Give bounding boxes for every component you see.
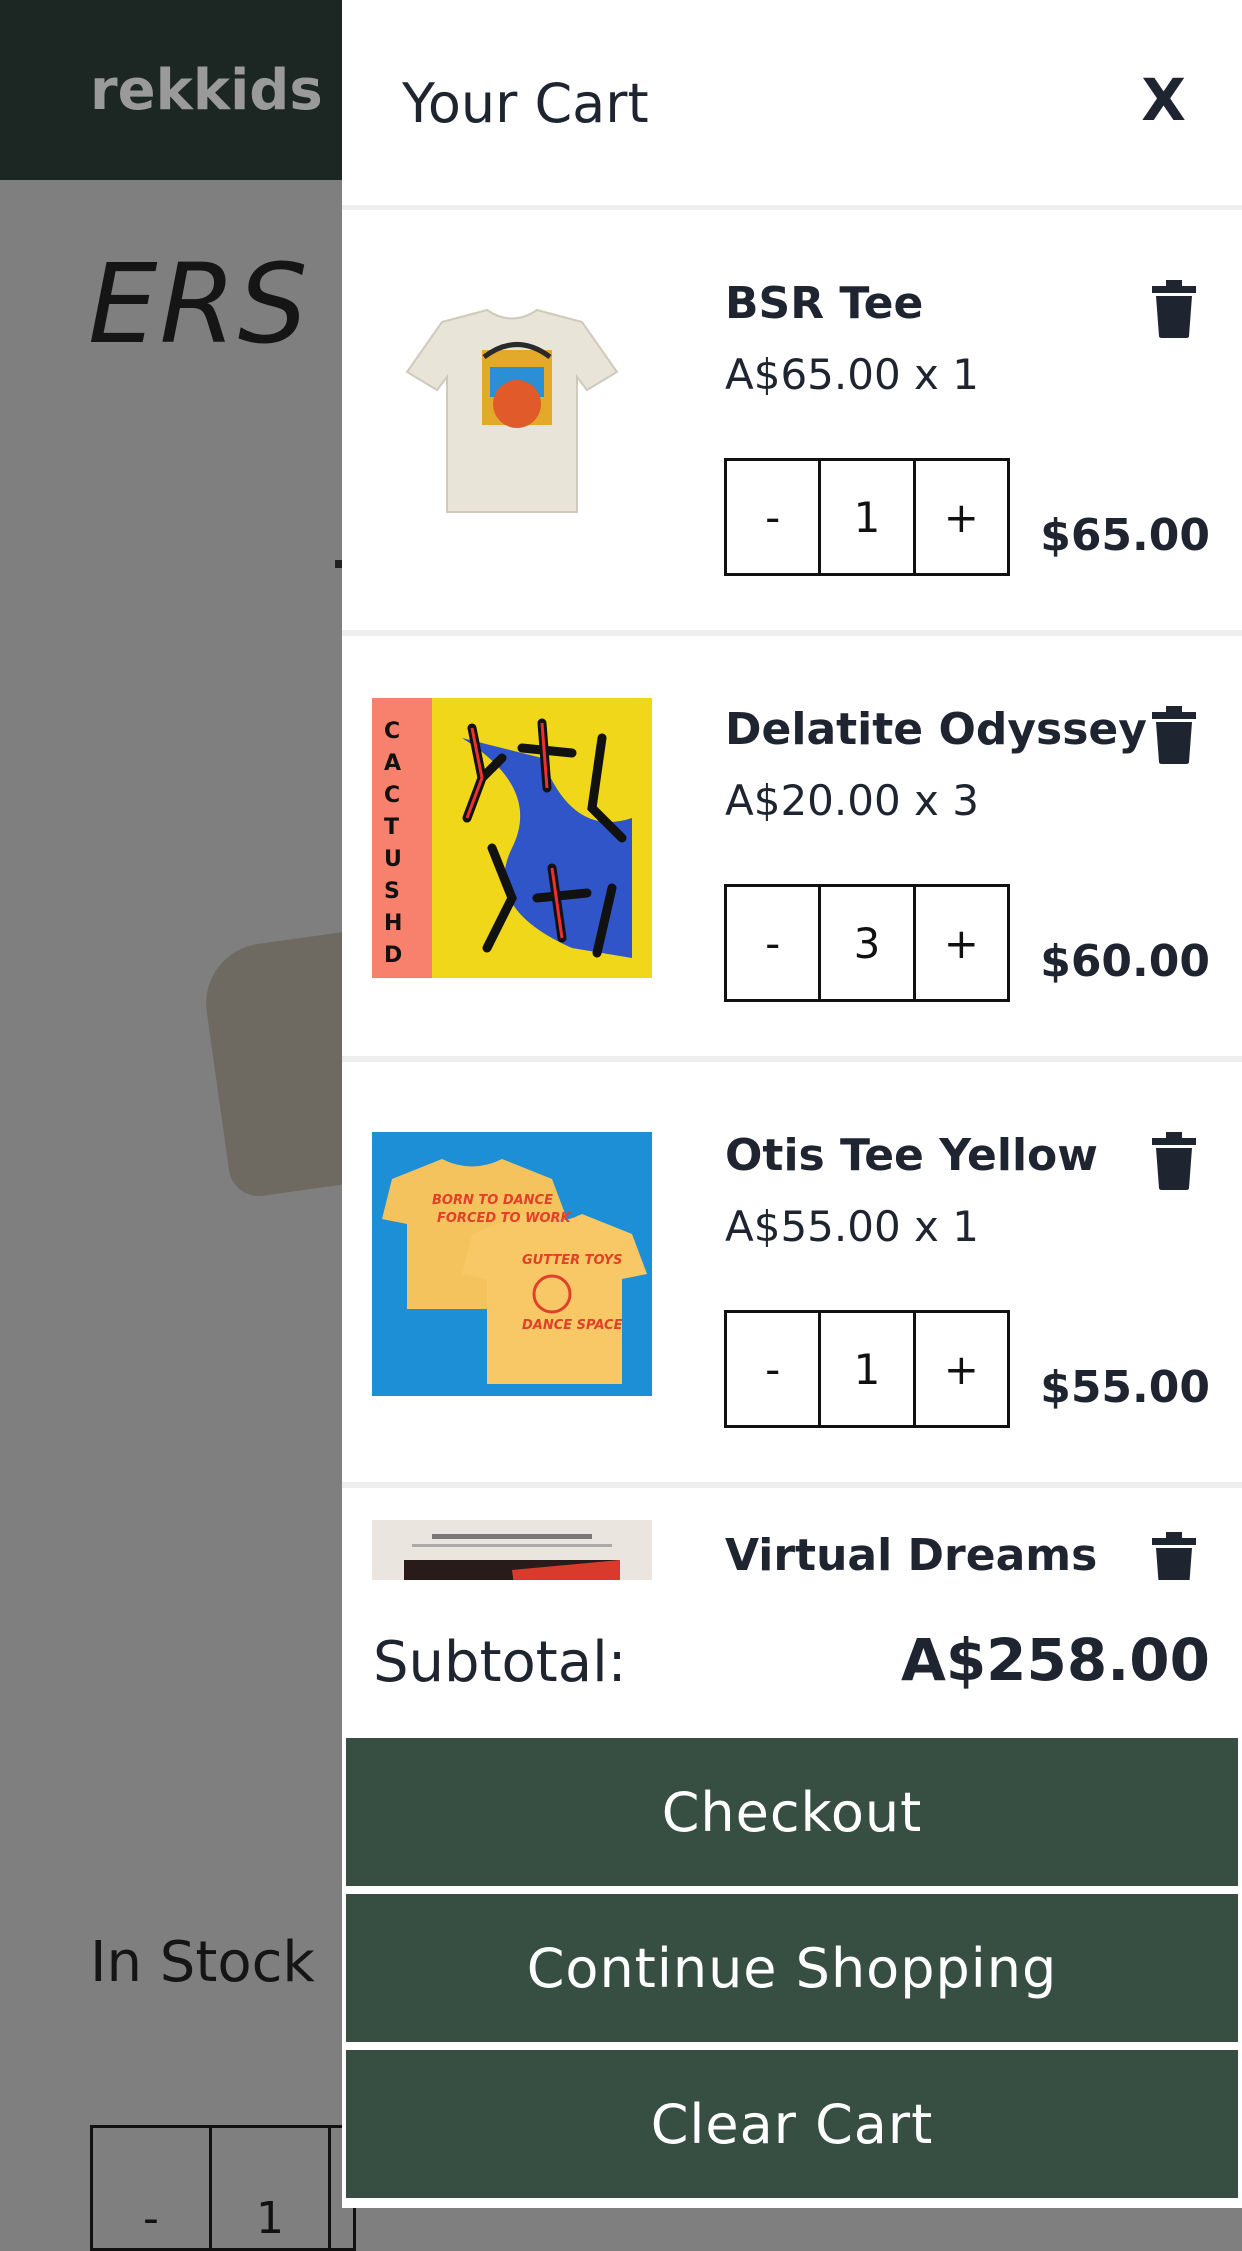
quantity-stepper: - 3 + [724, 884, 1010, 1002]
svg-text:T: T [384, 815, 399, 840]
svg-text:H: H [384, 911, 402, 936]
trash-icon[interactable] [1152, 1532, 1196, 1580]
cart-item-total: $65.00 [1040, 510, 1210, 561]
clear-cart-button[interactable]: Clear Cart [346, 2050, 1238, 2198]
checkout-button[interactable]: Checkout [346, 1738, 1238, 1886]
cart-item-unit-price: A$65.00 x 1 [725, 350, 979, 399]
cart-items-list[interactable]: BSR Tee A$65.00 x 1 - 1 + $65.00 C A C T… [342, 210, 1242, 1580]
trash-icon[interactable] [1152, 280, 1196, 338]
continue-shopping-button[interactable]: Continue Shopping [346, 1894, 1238, 2042]
cart-header: Your Cart X [342, 0, 1242, 210]
quantity-stepper: - 1 + [724, 458, 1010, 576]
cart-item-total: $55.00 [1040, 1362, 1210, 1413]
cart-drawer: Your Cart X BSR Tee A$65.00 x 1 - 1 + $6… [342, 0, 1242, 2208]
increment-button[interactable]: + [916, 461, 1007, 573]
decrement-button[interactable]: - [727, 1313, 822, 1425]
increment-button[interactable]: + [916, 887, 1007, 999]
svg-text:FORCED TO WORK: FORCED TO WORK [437, 1211, 572, 1226]
cart-item: CAC TUS HD Delatite Odyssey A$20.00 x 3 … [342, 636, 1242, 1062]
cart-item-image: CAC TUS HD [372, 698, 652, 978]
cart-item-image [372, 1520, 652, 1580]
cart-title: Your Cart [402, 72, 649, 135]
cart-item-name[interactable]: Otis Tee Yellow [725, 1130, 1098, 1181]
product-decrement-button[interactable]: - [93, 2128, 212, 2248]
cart-item: BORN TO DANCE FORCED TO WORK GUTTER TOYS… [342, 1062, 1242, 1488]
increment-button[interactable]: + [916, 1313, 1007, 1425]
cart-item: BSR Tee A$65.00 x 1 - 1 + $65.00 [342, 210, 1242, 636]
quantity-input[interactable]: 3 [821, 887, 916, 999]
cart-item-total: $60.00 [1040, 936, 1210, 987]
cart-item-name[interactable]: Virtual Dreams [725, 1530, 1097, 1580]
quantity-input[interactable]: 1 [821, 461, 916, 573]
cart-item-name[interactable]: Delatite Odyssey [725, 704, 1147, 755]
product-quantity-value[interactable]: 1 [212, 2128, 331, 2248]
svg-text:C: C [384, 783, 400, 808]
svg-text:U: U [384, 847, 402, 872]
svg-text:GUTTER TOYS: GUTTER TOYS [522, 1253, 622, 1268]
cart-item-name[interactable]: BSR Tee [725, 278, 923, 329]
trash-icon[interactable] [1152, 1132, 1196, 1190]
close-cart-button[interactable]: X [1141, 66, 1186, 134]
svg-text:DANCE SPACE: DANCE SPACE [522, 1318, 623, 1333]
quantity-stepper: - 1 + [724, 1310, 1010, 1428]
svg-text:S: S [384, 879, 400, 904]
svg-text:C: C [384, 719, 400, 744]
cart-item-unit-price: A$55.00 x 1 [725, 1202, 979, 1251]
svg-text:A: A [384, 751, 401, 776]
subtotal-value: A$258.00 [900, 1626, 1210, 1694]
subtotal-label: Subtotal: [373, 1630, 627, 1695]
stock-status: In Stock [90, 1930, 315, 1995]
svg-text:D: D [384, 943, 402, 968]
product-quantity-stepper: - 1 [90, 2125, 356, 2251]
cart-item-image: BORN TO DANCE FORCED TO WORK GUTTER TOYS… [372, 1124, 652, 1404]
decrement-button[interactable]: - [727, 461, 822, 573]
cart-item: Virtual Dreams [342, 1488, 1242, 1580]
cart-item-unit-price: A$20.00 x 3 [725, 776, 979, 825]
trash-icon[interactable] [1152, 706, 1196, 764]
site-logo[interactable]: rekkids r [90, 58, 370, 123]
quantity-input[interactable]: 1 [821, 1313, 916, 1425]
cart-footer: Subtotal: A$258.00 Checkout Continue Sho… [342, 1580, 1242, 2208]
cart-item-image [372, 272, 652, 552]
svg-text:BORN TO DANCE: BORN TO DANCE [432, 1193, 553, 1208]
decrement-button[interactable]: - [727, 887, 822, 999]
